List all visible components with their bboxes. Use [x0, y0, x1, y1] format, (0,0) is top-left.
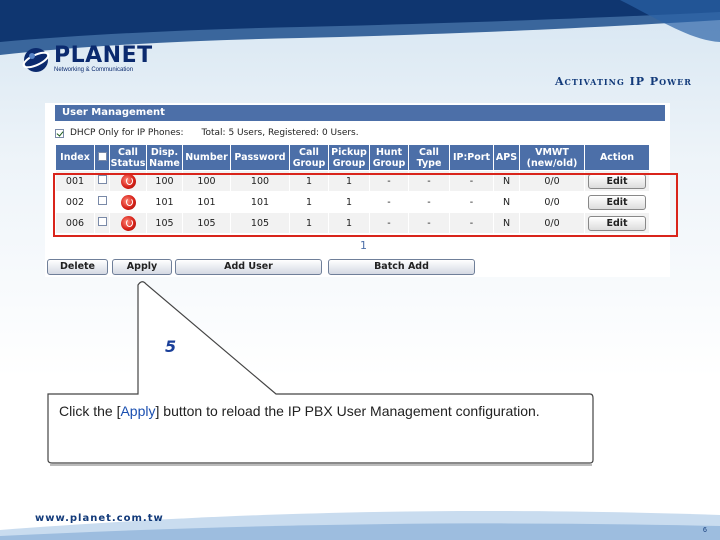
pagination-page-link[interactable]: 1 — [360, 239, 367, 252]
cell-vmwt: 0/0 — [520, 213, 584, 233]
offline-status-icon — [120, 194, 136, 210]
cell-password: 100 — [231, 171, 289, 191]
cell-disp-name: 100 — [147, 171, 182, 191]
cell-call-group: 1 — [290, 192, 328, 212]
cell-index: 006 — [56, 213, 94, 233]
column-header: Number — [183, 145, 230, 170]
column-header: Hunt Group — [370, 145, 408, 170]
cell-index: 001 — [56, 171, 94, 191]
add-user-button[interactable]: Add User — [175, 259, 322, 275]
dhcp-only-label: DHCP Only for IP Phones: — [70, 128, 184, 138]
cell-ip-port: - — [450, 192, 493, 212]
column-header: Call Status — [110, 145, 146, 170]
table-row: 002 101 101 101 1 1 - - - N 0/0 Edit — [56, 192, 649, 212]
cell-ip-port: - — [450, 213, 493, 233]
edit-button[interactable]: Edit — [588, 215, 646, 231]
slide-page-number: 6 — [703, 527, 707, 534]
logo-name: PLANET — [54, 43, 153, 68]
cell-pickup-group: 1 — [329, 213, 369, 233]
table-row: 001 100 100 100 1 1 - - - N 0/0 Edit — [56, 171, 649, 191]
cell-call-group: 1 — [290, 213, 328, 233]
column-header-select-all[interactable] — [95, 145, 109, 170]
column-header: VMWT (new/old) — [520, 145, 584, 170]
step-number: 5 — [165, 337, 177, 356]
offline-status-icon — [120, 215, 136, 231]
cell-vmwt: 0/0 — [520, 171, 584, 191]
column-header: Index — [56, 145, 94, 170]
dhcp-option-row: DHCP Only for IP Phones: Total: 5 Users,… — [55, 125, 665, 141]
callout-text-start: Click the [ — [59, 403, 121, 419]
cell-pickup-group: 1 — [329, 192, 369, 212]
edit-button[interactable]: Edit — [588, 194, 646, 210]
cell-select[interactable] — [95, 213, 109, 233]
cell-disp-name: 101 — [147, 192, 182, 212]
table-row: 006 105 105 105 1 1 - - - N 0/0 Edit — [56, 213, 649, 233]
cell-call-type: - — [409, 171, 449, 191]
cell-disp-name: 105 — [147, 213, 182, 233]
cell-password: 105 — [231, 213, 289, 233]
cell-call-group: 1 — [290, 171, 328, 191]
cell-number: 105 — [183, 213, 230, 233]
edit-button[interactable]: Edit — [588, 173, 646, 189]
column-header: Call Group — [290, 145, 328, 170]
cell-call-status — [110, 192, 146, 212]
apply-button[interactable]: Apply — [112, 259, 172, 275]
delete-button[interactable]: Delete — [47, 259, 108, 275]
callout-apply-highlight: Apply — [120, 403, 156, 419]
column-header: IP:Port — [450, 145, 493, 170]
column-header: Pickup Group — [329, 145, 369, 170]
column-header: Call Type — [409, 145, 449, 170]
cell-action: Edit — [585, 213, 649, 233]
table-header-row: Index Call Status Disp. Name Number Pass… — [56, 145, 649, 170]
select-all-checkbox[interactable] — [97, 151, 107, 161]
planet-logo: PLANET Networking & Communication — [22, 45, 153, 74]
cell-pickup-group: 1 — [329, 171, 369, 191]
cell-hunt-group: - — [370, 192, 408, 212]
cell-action: Edit — [585, 171, 649, 191]
column-header: Action — [585, 145, 649, 170]
footer-url: www.planet.com.tw — [35, 513, 164, 524]
cell-number: 100 — [183, 171, 230, 191]
batch-add-button[interactable]: Batch Add — [328, 259, 475, 275]
column-header: Disp. Name — [147, 145, 182, 170]
globe-icon — [22, 47, 50, 72]
logo-tagline: Networking & Communication — [54, 67, 134, 73]
slide-tagline: Activating IP Power — [555, 75, 692, 88]
cell-select[interactable] — [95, 171, 109, 191]
cell-select[interactable] — [95, 192, 109, 212]
column-header: APS — [494, 145, 519, 170]
cell-password: 101 — [231, 192, 289, 212]
cell-hunt-group: - — [370, 171, 408, 191]
cell-call-type: - — [409, 213, 449, 233]
cell-hunt-group: - — [370, 213, 408, 233]
column-header: Password — [231, 145, 289, 170]
cell-call-status — [110, 171, 146, 191]
cell-index: 002 — [56, 192, 94, 212]
row-checkbox[interactable] — [97, 217, 107, 226]
cell-aps: N — [494, 213, 519, 233]
cell-vmwt: 0/0 — [520, 192, 584, 212]
panel-title: User Management — [55, 105, 665, 121]
cell-action: Edit — [585, 192, 649, 212]
cell-call-type: - — [409, 192, 449, 212]
offline-status-icon — [120, 173, 136, 189]
callout-text: Click the [Apply] button to reload the I… — [59, 402, 579, 421]
cell-number: 101 — [183, 192, 230, 212]
cell-aps: N — [494, 192, 519, 212]
dhcp-only-checkbox[interactable] — [55, 128, 64, 138]
cell-ip-port: - — [450, 171, 493, 191]
callout-text-end: ] button to reload the IP PBX User Manag… — [155, 403, 540, 419]
user-summary: Total: 5 Users, Registered: 0 Users. — [201, 128, 359, 138]
row-checkbox[interactable] — [97, 175, 107, 184]
row-checkbox[interactable] — [97, 196, 107, 205]
cell-aps: N — [494, 171, 519, 191]
footer-wave — [0, 510, 720, 540]
users-table: Index Call Status Disp. Name Number Pass… — [55, 144, 650, 234]
cell-call-status — [110, 213, 146, 233]
